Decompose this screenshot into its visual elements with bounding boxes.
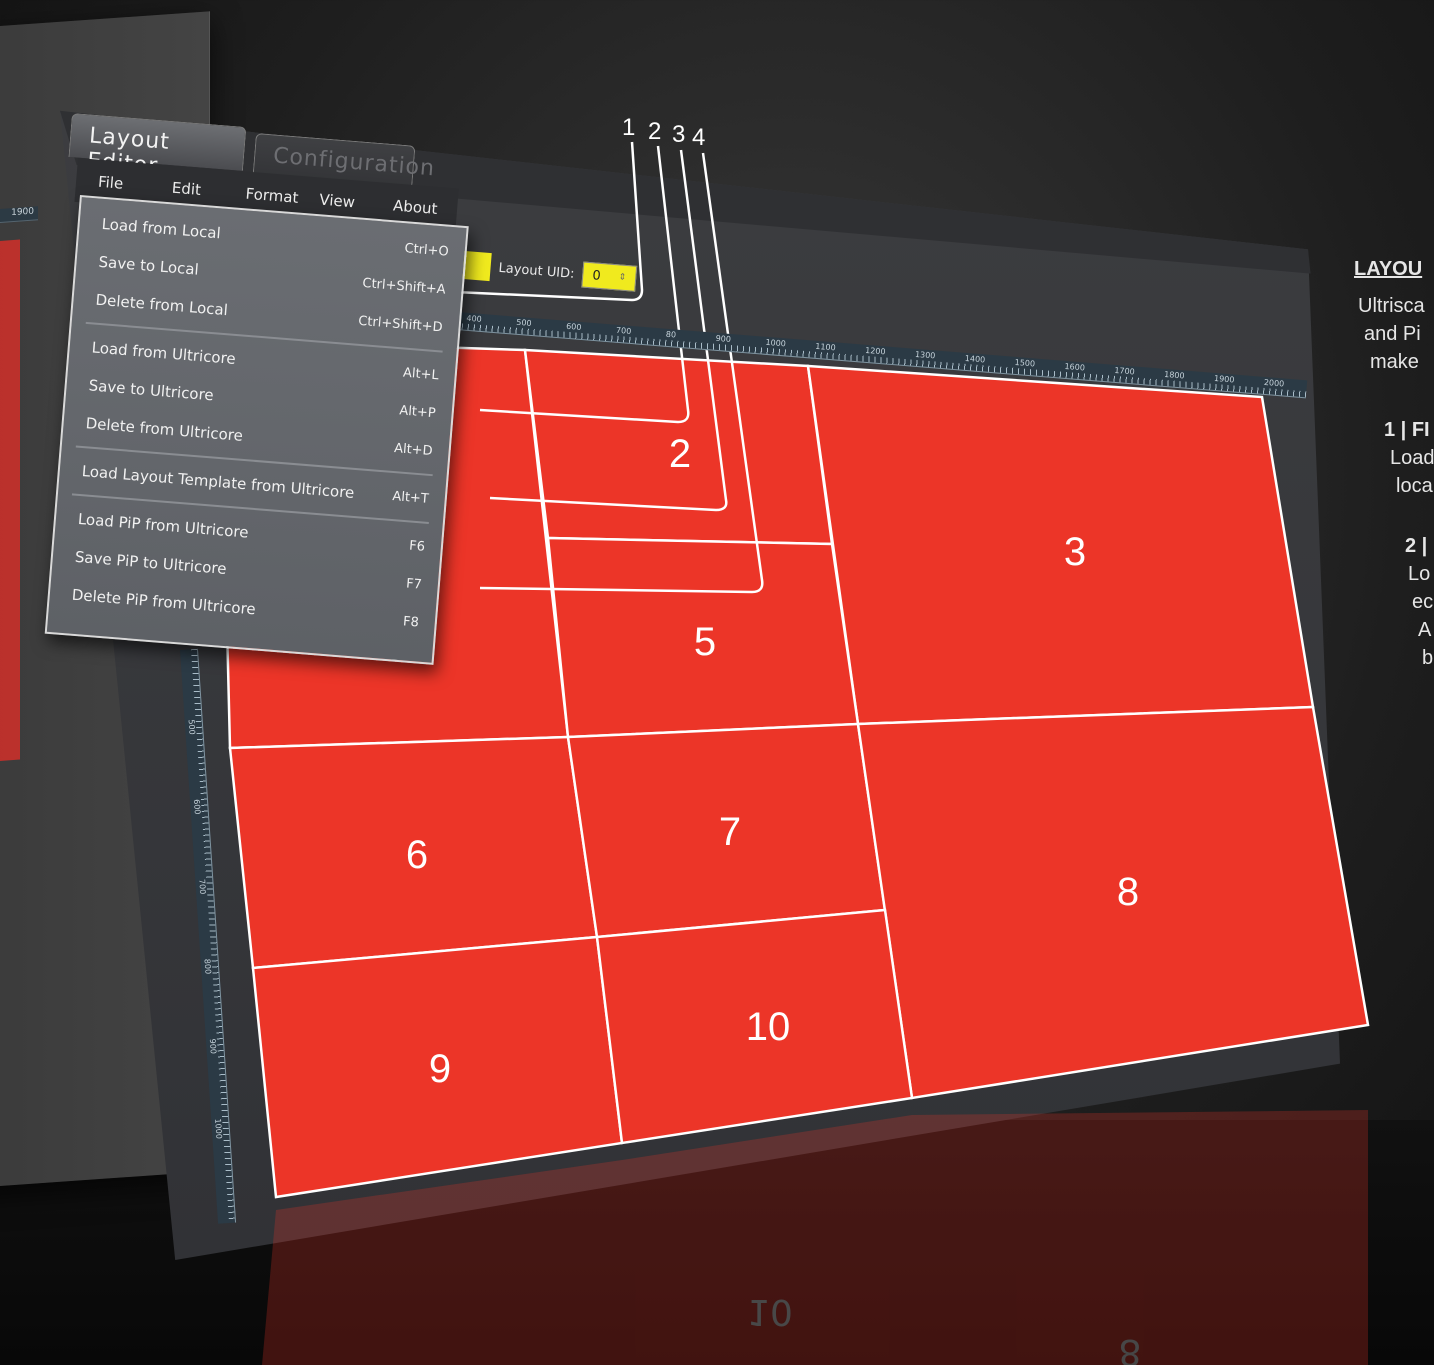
side-line: Lo [1408, 563, 1431, 585]
ruler-tick-label: 1200 [864, 345, 886, 357]
layout-uid-label: Layout UID: [498, 260, 576, 282]
callout-number-2: 2 [648, 118, 662, 145]
side-heading: LAYOU [1354, 258, 1423, 280]
menu-item-label: Delete PiP from Ultricore [71, 585, 257, 619]
menu-item-shortcut: Ctrl+O [403, 240, 450, 260]
side-section-title: 1 | FI [1384, 419, 1430, 441]
menu-item-shortcut: F7 [405, 575, 423, 593]
menu-item-label: Load from Local [101, 214, 222, 243]
menu-item-shortcut: Ctrl+Shift+D [357, 313, 444, 335]
ruler-tick-label: 700 [615, 325, 632, 336]
side-line: and Pi [1364, 323, 1421, 345]
ruler-tick-label: 80 [665, 329, 677, 340]
ruler-tick-label: 1800 [1163, 369, 1185, 381]
menu-item-label: Load from Ultricore [91, 338, 237, 368]
ruler-tick-label: 600 [191, 798, 202, 815]
background-ruler: 1900 [0, 206, 38, 226]
ruler-tick-label: 1000 [213, 1118, 224, 1140]
ruler-tick-label: 800 [202, 958, 213, 975]
layout-uid-spinner[interactable]: 0 ⇕ [581, 261, 638, 292]
background-window [0, 239, 20, 764]
background-ruler-label: 1900 [11, 206, 34, 219]
ruler-tick-label: 1700 [1114, 365, 1136, 377]
menu-item-label: Save to Ultricore [88, 376, 215, 405]
menu-item-shortcut: Alt+T [391, 488, 430, 507]
ruler-tick-label: 400 [466, 313, 483, 324]
menu-item-shortcut: F8 [402, 613, 420, 631]
menu-item-label: Save PiP to Ultricore [74, 547, 228, 578]
ruler-tick-label: 1300 [914, 349, 936, 361]
ruler-tick-label: 1900 [1213, 373, 1235, 385]
ruler-tick-label: 500 [515, 317, 532, 328]
file-menu-dropdown: Load from Local Ctrl+O Save to Local Ctr… [44, 195, 469, 665]
ruler-tick-label: 900 [207, 1038, 218, 1055]
callout-number-4: 4 [692, 124, 706, 151]
side-line: b [1422, 647, 1434, 669]
ruler-tick-label: 1000 [765, 337, 787, 349]
spinner-arrows-icon[interactable]: ⇕ [618, 272, 626, 283]
menu-edit[interactable]: Edit [149, 177, 224, 201]
menu-item-shortcut: Alt+D [393, 440, 434, 459]
side-section-title: 2 | [1405, 535, 1428, 557]
ruler-tick-label: 600 [565, 321, 582, 332]
side-line: A [1418, 619, 1432, 641]
ruler-tick-label: 2000 [1263, 377, 1285, 389]
ruler-tick-label: 700 [197, 878, 208, 895]
menu-item-shortcut: Ctrl+Shift+A [361, 275, 447, 298]
menu-item-label: Load PiP from Ultricore [77, 509, 250, 542]
side-line: make [1370, 351, 1419, 373]
menu-item-shortcut: Alt+P [398, 402, 437, 421]
menu-view[interactable]: View [297, 189, 372, 213]
side-line: Load [1390, 447, 1434, 469]
ruler-tick-label: 900 [715, 333, 732, 345]
side-line: loca [1396, 475, 1433, 497]
ruler-tick-label: 1500 [1014, 357, 1036, 369]
menu-item-shortcut: F6 [408, 538, 426, 555]
menu-item-label: Load Layout Template from Ultricore [81, 462, 355, 502]
ruler-tick-label: 1600 [1064, 361, 1086, 373]
callout-number-1: 1 [622, 114, 636, 141]
ruler-tick-label: 500 [186, 719, 197, 735]
menu-about[interactable]: About [371, 195, 446, 219]
menu-item-label: Save to Local [97, 252, 200, 279]
side-line: ec [1412, 591, 1434, 613]
layout-uid-value: 0 [591, 267, 602, 284]
menu-item-label: Delete from Ultricore [84, 414, 244, 445]
ruler-tick-label: 1400 [964, 353, 986, 365]
side-line: Ultrisca [1358, 295, 1425, 317]
menu-item-label: Delete from Local [94, 290, 229, 320]
menu-format[interactable]: Format [223, 183, 299, 207]
menu-file[interactable]: File [76, 171, 151, 195]
menu-item-shortcut: Alt+L [402, 365, 440, 383]
callout-number-3: 3 [672, 121, 686, 148]
ruler-tick-label: 1100 [814, 341, 837, 353]
